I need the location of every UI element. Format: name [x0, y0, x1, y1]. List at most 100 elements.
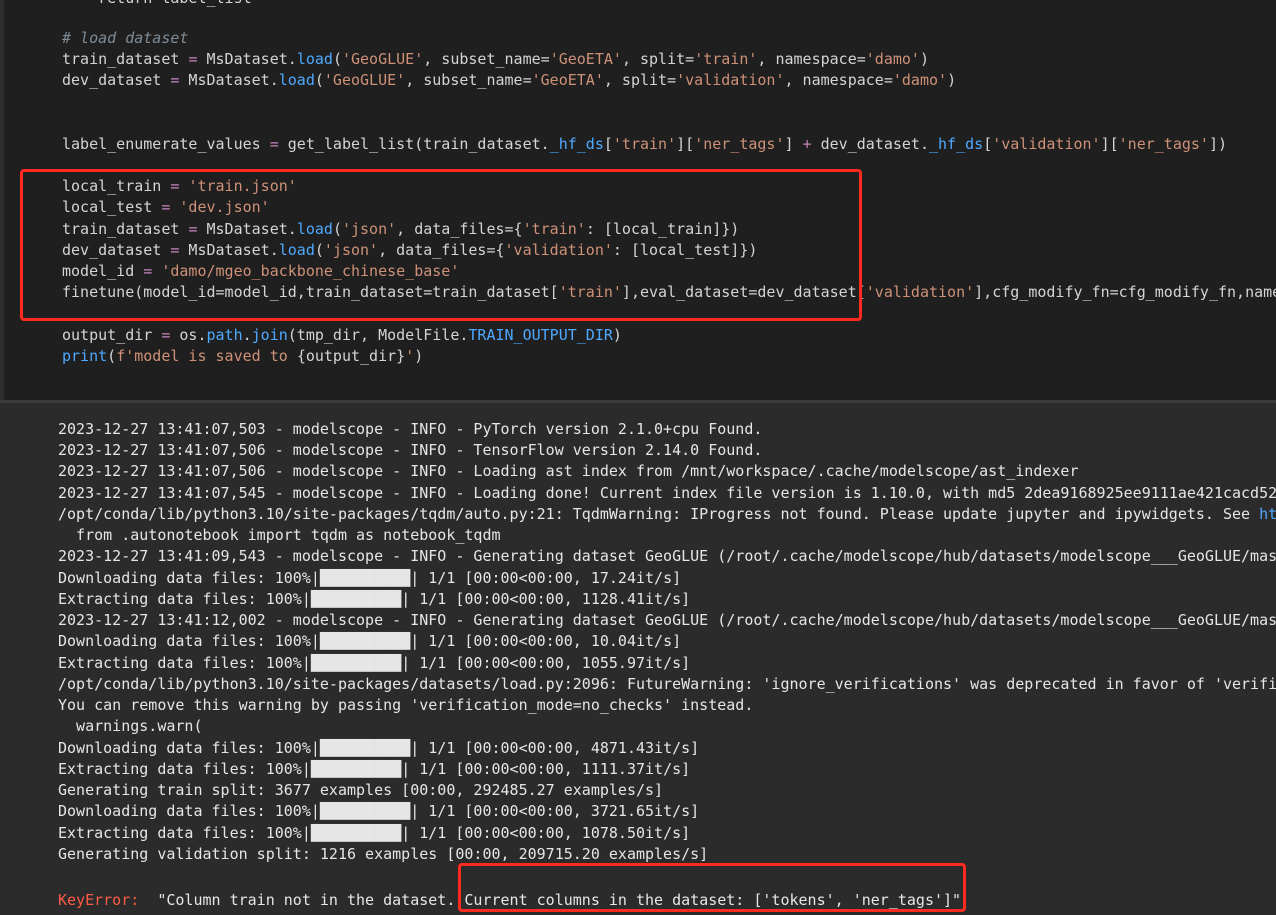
code-token: | 1/1 [00:00<00:00, 1055.97it/s] [401, 654, 691, 672]
code-token: /opt/conda/lib/python3.10/site-packages/… [58, 505, 1260, 523]
code-token: ( [332, 50, 342, 68]
code-token: 'ner_tags' [694, 135, 785, 153]
code-token: | 1/1 [00:00<00:00, 17.24it/s] [410, 569, 682, 587]
code-token: ][ [1100, 135, 1119, 153]
output-line: 2023-12-27 13:41:07,545 - modelscope - I… [58, 483, 1276, 504]
code-token: 'GeoGLUE' [323, 71, 406, 89]
output-line: Extracting data files: 100%|██████████| … [58, 653, 690, 674]
code-token: | 1/1 [00:00<00:00, 4871.43it/s] [410, 739, 700, 757]
code-token: : [local_test]}) [612, 241, 758, 259]
output-line: 2023-12-27 13:41:07,503 - modelscope - I… [58, 419, 762, 440]
output-line: 2023-12-27 13:41:09,543 - modelscope - I… [58, 546, 1276, 567]
code-token: ██████████ [319, 802, 411, 820]
code-token: [ [983, 135, 993, 153]
code-token: | 1/1 [00:00<00:00, 3721.65it/s] [410, 802, 700, 820]
code-line: output_dir = os.path.join(tmp_dir, Model… [62, 325, 622, 346]
code-token: MsDataset. [179, 241, 279, 259]
code-token: load [278, 71, 315, 89]
code-token: 'train' [522, 220, 586, 238]
code-token: get_label_list(train_dataset. [278, 135, 550, 153]
code-token: train_dataset [62, 220, 189, 238]
output-line: from .autonotebook import tqdm as notebo… [58, 525, 500, 546]
code-token: . [242, 326, 252, 344]
code-token: ) [947, 71, 957, 89]
output-line: warnings.warn( [58, 716, 203, 737]
code-token: 'validation' [676, 71, 785, 89]
code-token: Extracting data files: 100%| [58, 760, 311, 778]
code-token: dev_dataset [62, 71, 171, 89]
code-token: ) [612, 326, 622, 344]
code-token: local_test [62, 198, 162, 216]
code-token: ██████████ [310, 824, 402, 842]
code-token: MsDataset. [197, 220, 297, 238]
output-line: /opt/conda/lib/python3.10/site-packages/… [58, 674, 1276, 695]
code-token: 'validation' [504, 241, 613, 259]
code-token: Generating train split: 3677 examples [0… [58, 781, 664, 799]
code-token: ' [405, 347, 415, 365]
code-token: 2023-12-27 13:41:07,545 - modelscope - I… [58, 484, 1276, 502]
code-token: ],eval_dataset=dev_dataset[ [621, 283, 866, 301]
code-token: /opt/conda/lib/python3.10/site-packages/… [58, 675, 1276, 693]
code-line: dev_dataset = MsDataset.load('GeoGLUE', … [62, 70, 956, 91]
code-token: Extracting data files: 100%| [58, 654, 311, 672]
code-token: , data_files={ [396, 220, 523, 238]
output-line: /opt/conda/lib/python3.10/site-packages/… [58, 504, 1276, 525]
code-token: ██████████ [310, 654, 402, 672]
code-token: finetune(model_id=model_id,train_dataset… [62, 283, 559, 301]
output-line: 2023-12-27 13:41:12,002 - modelscope - I… [58, 610, 1276, 631]
output-line: Generating train split: 3677 examples [0… [58, 780, 663, 801]
code-token: You can remove this warning by passing '… [58, 696, 754, 714]
code-line: label_enumerate_values = get_label_list(… [62, 134, 1227, 155]
code-cell[interactable]: return label_list # load dataset train_dat… [0, 0, 1276, 400]
output-line: Downloading data files: 100%|██████████|… [58, 568, 681, 589]
code-token: (tmp_dir, ModelFile. [287, 326, 469, 344]
error-type-label: KeyError: [58, 891, 149, 909]
code-line: train_dataset = MsDataset.load('GeoGLUE'… [62, 49, 929, 70]
output-line: Generating validation split: 1216 exampl… [58, 844, 708, 865]
code-token: , subset_name= [423, 50, 550, 68]
code-token: | 1/1 [00:00<00:00, 1128.41it/s] [401, 590, 691, 608]
output-line: KeyError: "Column train not in the datas… [58, 890, 961, 911]
code-token: 'train' [558, 283, 622, 301]
code-token: TRAIN_OUTPUT_DIR [468, 326, 613, 344]
code-token: 2023-12-27 13:41:07,506 - modelscope - I… [58, 441, 763, 459]
code-token: , data_files={ [378, 241, 505, 259]
code-token: ██████████ [319, 569, 411, 587]
code-token: warnings.warn( [58, 717, 203, 735]
code-token: 'json' [323, 241, 379, 259]
output-line: Extracting data files: 100%|██████████| … [58, 823, 690, 844]
code-token: : [local_train]}) [585, 220, 740, 238]
code-token: 'GeoETA' [531, 71, 604, 89]
code-token: 'ner_tags' [1118, 135, 1209, 153]
output-line: 2023-12-27 13:41:07,506 - modelscope - I… [58, 440, 762, 461]
code-token: [ [603, 135, 613, 153]
code-token: 'GeoETA' [549, 50, 622, 68]
code-token: ██████████ [310, 760, 402, 778]
code-token: local_train [62, 177, 171, 195]
code-token: ][ [676, 135, 695, 153]
code-token: ( [314, 71, 324, 89]
code-line: train_dataset = MsDataset.load('json', d… [62, 219, 739, 240]
code-token: , split= [603, 71, 677, 89]
code-token: ██████████ [319, 632, 411, 650]
code-token: 'train.json' [188, 177, 297, 195]
code-token: 2023-12-27 13:41:07,503 - modelscope - I… [58, 420, 763, 438]
code-token: 'GeoGLUE' [341, 50, 424, 68]
output-cell: 2023-12-27 13:41:07,503 - modelscope - I… [0, 400, 1276, 915]
code-token: f'model is saved to [116, 347, 297, 365]
code-token: , namespace= [784, 71, 893, 89]
code-token: http [1259, 505, 1276, 523]
code-token: load [296, 220, 333, 238]
code-token: + [802, 135, 812, 153]
code-token: 'train' [612, 135, 677, 153]
code-token: | 1/1 [00:00<00:00, 1078.50it/s] [401, 824, 691, 842]
code-token: Generating validation split: 1216 exampl… [58, 845, 709, 863]
code-token: {output_dir} [296, 347, 406, 365]
code-line: # load dataset [62, 28, 188, 49]
code-token: , subset_name= [405, 71, 532, 89]
code-token: ( [107, 347, 117, 365]
code-token: , split= [621, 50, 695, 68]
code-token: ] [784, 135, 803, 153]
code-token: Downloading data files: 100%| [58, 632, 320, 650]
code-token: = [143, 262, 153, 280]
